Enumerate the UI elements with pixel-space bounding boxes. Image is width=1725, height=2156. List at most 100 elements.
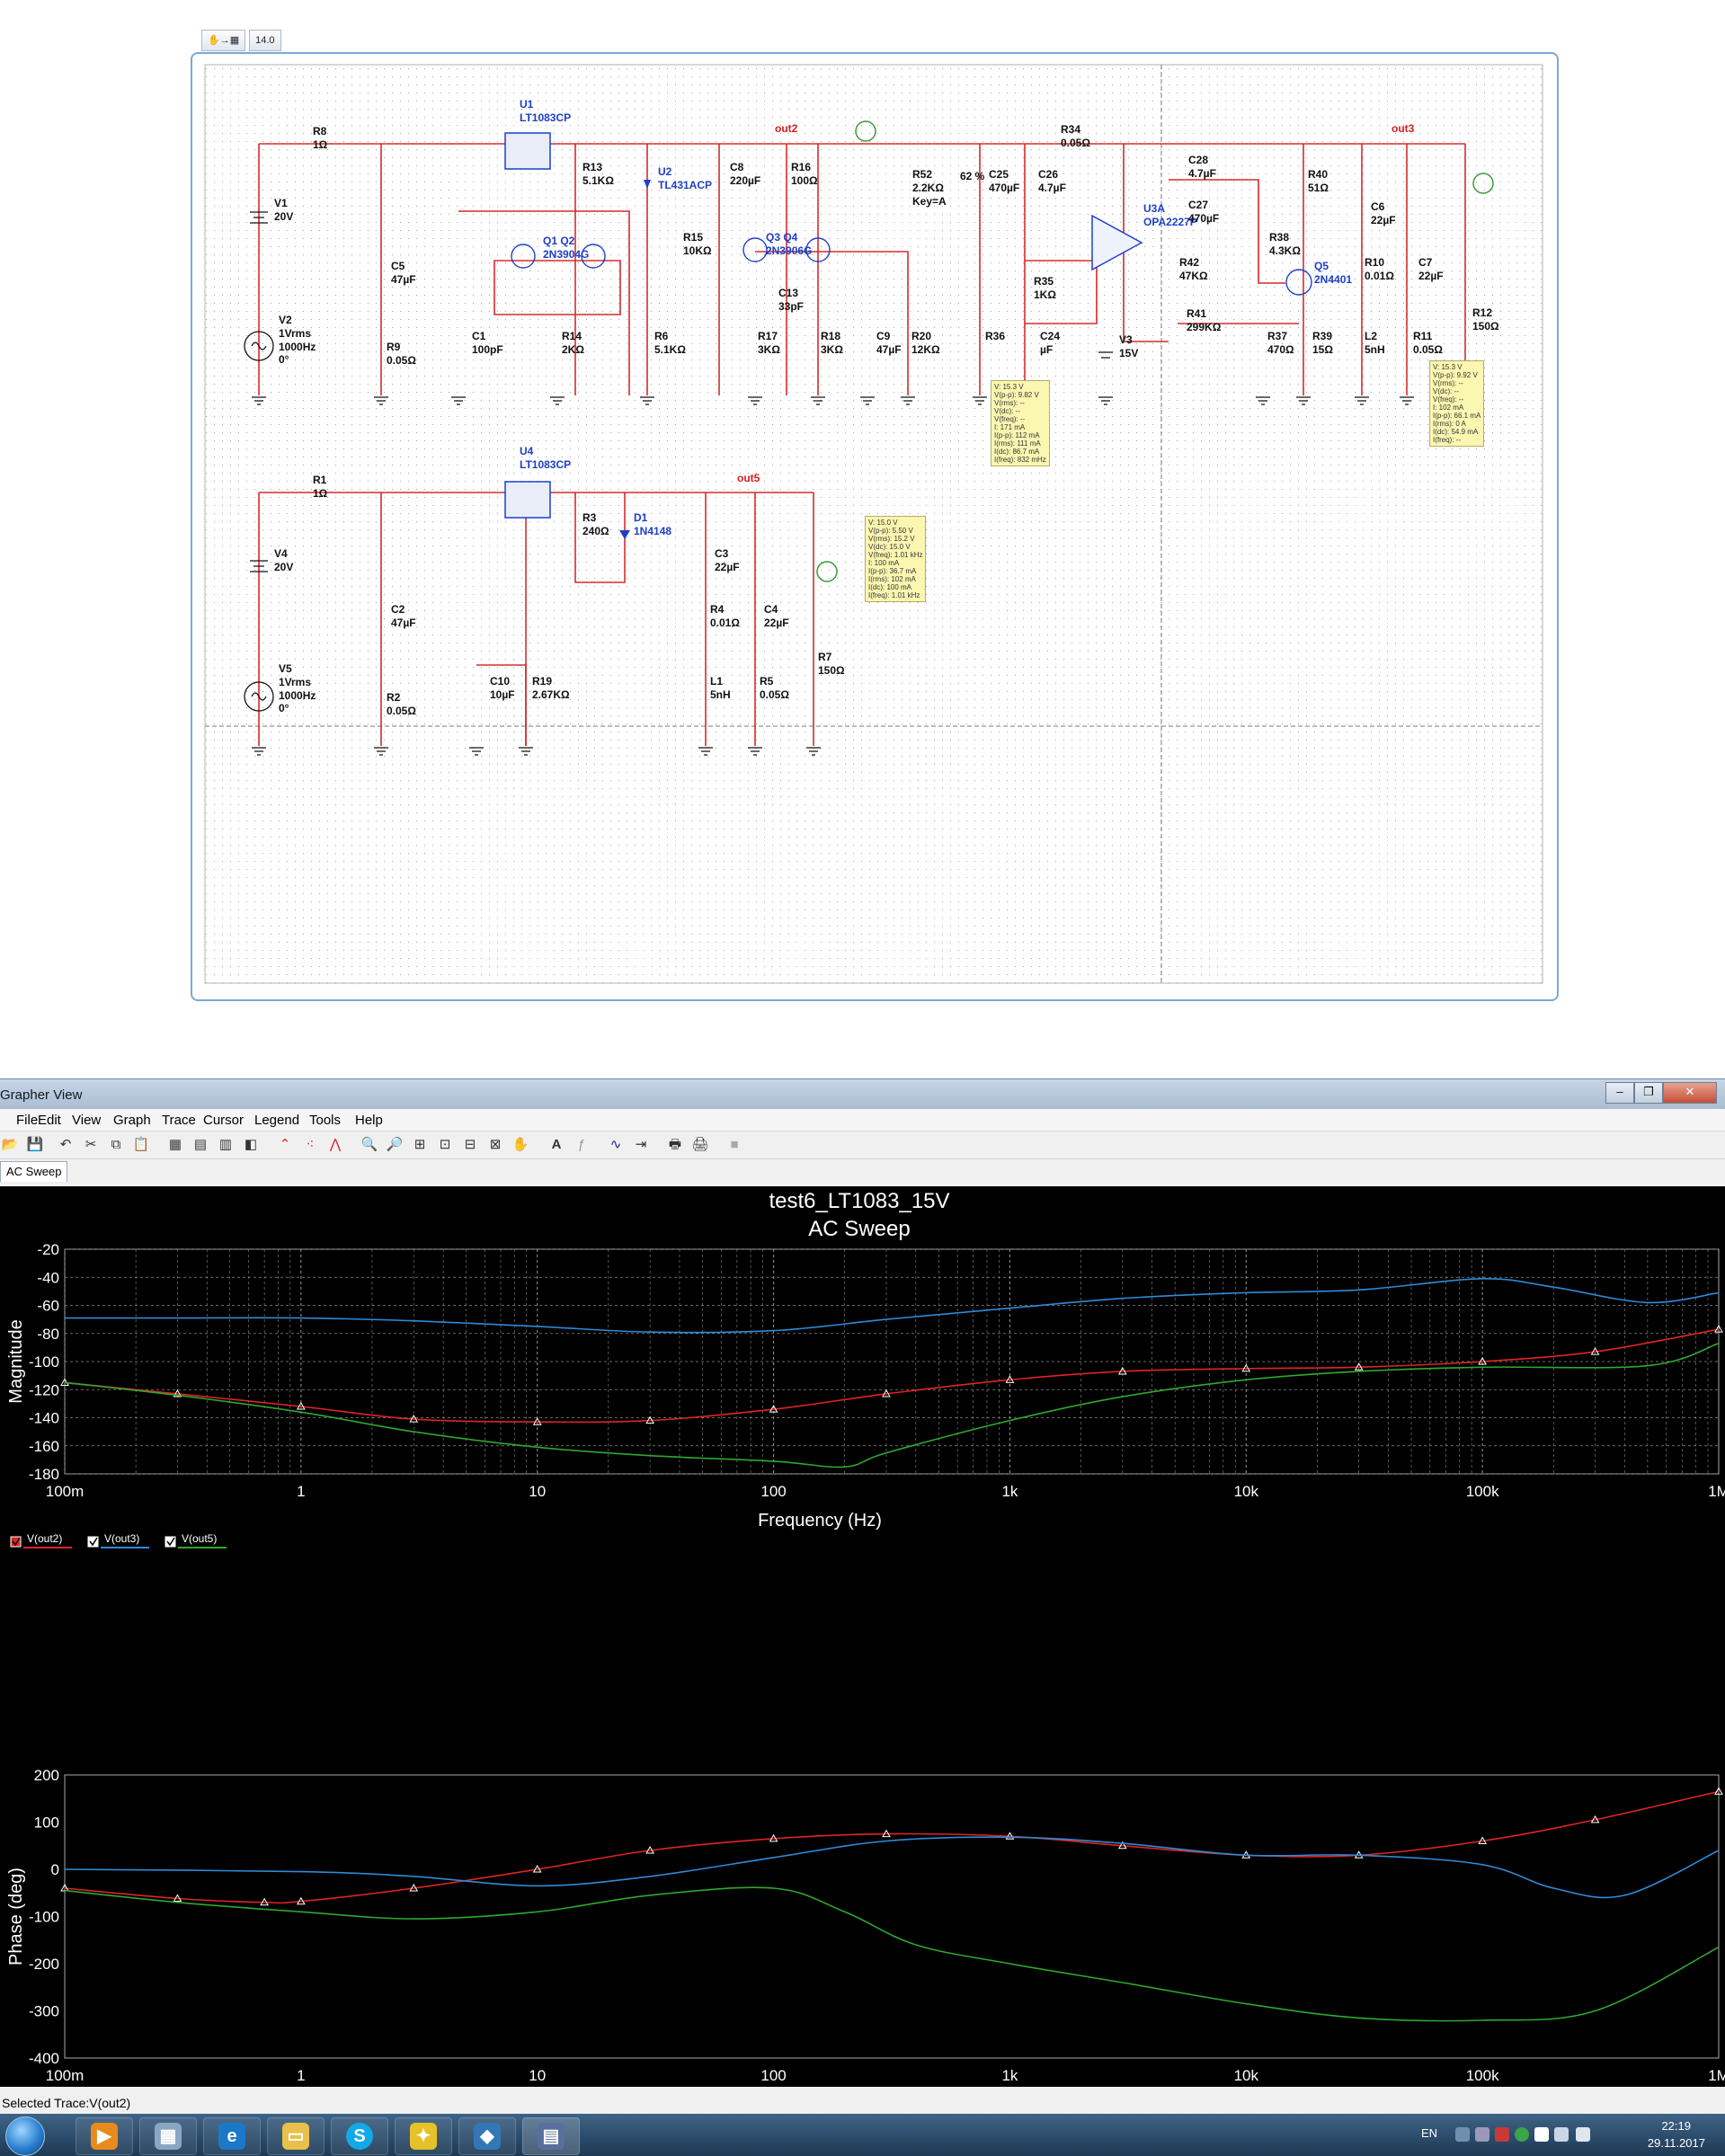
pan-icon[interactable]: ✋	[511, 1135, 530, 1155]
language-indicator[interactable]: EN	[1421, 2126, 1437, 2140]
zoom-y-icon[interactable]: ⊠	[485, 1135, 505, 1155]
function-icon[interactable]: ƒ	[572, 1135, 591, 1155]
menu-legend[interactable]: Legend	[254, 1113, 299, 1128]
zoom-in-icon[interactable]: 🔍	[360, 1135, 379, 1155]
select-marks-icon[interactable]: ⋀	[325, 1135, 345, 1155]
component-value: 2N4401	[1314, 273, 1352, 286]
taskbar-app-calculator[interactable]: ▦	[139, 2117, 197, 2155]
probe-readout-2: V: 15.3 V V(p-p): 9.92 V V(rms): -- V(dc…	[1429, 360, 1485, 447]
component-ref: V3	[1119, 333, 1133, 346]
taskbar-app-internet-explorer[interactable]: e	[203, 2117, 261, 2155]
component-value: 0.05Ω	[387, 354, 416, 367]
copy-icon[interactable]: ⧉	[106, 1135, 126, 1155]
component-ref: C26	[1038, 168, 1058, 181]
taskbar-app-yellow[interactable]: ✦	[395, 2117, 452, 2155]
zoom-x-icon[interactable]: ⊟	[460, 1135, 480, 1155]
flag-icon[interactable]	[1534, 2127, 1549, 2142]
cut-icon[interactable]: ✂	[81, 1135, 101, 1155]
network-status-icon[interactable]	[1554, 2127, 1569, 2142]
plot-area[interactable]: test6_LT1083_15V AC Sweep -20 -40 -60 -80 -100…	[0, 1186, 1725, 2133]
volume-icon[interactable]	[1576, 2127, 1590, 2142]
black-background-icon[interactable]: ◧	[241, 1135, 261, 1155]
export-icon[interactable]: ⇥	[631, 1135, 651, 1155]
print-icon[interactable]: 🖨	[690, 1135, 710, 1155]
grid-icon[interactable]: ▦	[165, 1135, 185, 1155]
x-tick-label: 1	[297, 2067, 305, 2084]
window-title: Grapher View	[0, 1087, 83, 1103]
y-tick-label: -100	[29, 1909, 59, 1926]
minimize-button[interactable]: –	[1605, 1082, 1634, 1104]
series-line-0[interactable]	[64, 1790, 1720, 1904]
component-value: LT1083CP	[520, 458, 571, 471]
component-value: 0.05Ω	[760, 688, 789, 701]
component-ref: U4	[520, 445, 534, 457]
stop-icon[interactable]: ■	[725, 1135, 744, 1155]
component-ref: U3A	[1143, 202, 1165, 215]
component-ref: R6	[654, 330, 669, 342]
bar-chart-icon[interactable]: ▥	[216, 1135, 236, 1155]
menu-cursor[interactable]: Cursor	[203, 1113, 244, 1128]
series-line-0[interactable]	[64, 1328, 1720, 1424]
open-icon[interactable]: 📂	[0, 1135, 20, 1155]
save-icon[interactable]: 💾	[25, 1135, 45, 1155]
network-icon[interactable]	[1455, 2127, 1470, 2142]
component-ref: R7	[818, 651, 832, 663]
paste-icon[interactable]: 📋	[131, 1135, 151, 1155]
x-tick-label: 100m	[46, 2067, 84, 2084]
component-ref: U1	[520, 98, 534, 111]
zoom-full-icon[interactable]: ⊡	[435, 1135, 455, 1155]
series-line-2[interactable]	[64, 1886, 1720, 2022]
component-ref: R19	[532, 675, 552, 688]
series-line-1[interactable]	[64, 1836, 1720, 1899]
print-preview-icon[interactable]: 🖶	[665, 1135, 685, 1155]
chart-phase: 200 100 0 -100 -200 -300 -400100m 1 10 100 1k 10k 10…	[6, 1767, 1725, 2133]
component-ref: R40	[1308, 168, 1328, 181]
taskbar-app-multisim[interactable]: ▤	[522, 2117, 580, 2155]
y-tick-label: -20	[37, 1241, 59, 1258]
clock-time[interactable]: 22:19	[1661, 2119, 1691, 2133]
y-tick-label: -300	[29, 2003, 59, 2020]
component-value: 100Ω	[791, 174, 818, 187]
monitor-icon[interactable]	[1475, 2127, 1489, 2142]
markers-icon[interactable]: ⁖	[300, 1135, 320, 1155]
menu-graph[interactable]: Graph	[113, 1113, 151, 1128]
zoom-area-icon[interactable]: ⊞	[410, 1135, 430, 1155]
component-value: 470µF	[989, 182, 1019, 194]
menu-file[interactable]: File	[16, 1113, 38, 1128]
taskbar-app-blue[interactable]: ◆	[458, 2117, 516, 2155]
close-button[interactable]: ✕	[1663, 1082, 1717, 1104]
zoom-out-icon[interactable]: 🔎	[385, 1135, 405, 1155]
component-value: 2N3904G	[543, 248, 589, 261]
menu-trace[interactable]: Trace	[162, 1113, 196, 1128]
component-value: 100pF	[472, 343, 503, 356]
component-ref: R13	[582, 161, 602, 173]
x-tick-label: 1k	[1001, 2067, 1018, 2084]
security-icon[interactable]	[1515, 2127, 1529, 2142]
menu-tools[interactable]: Tools	[309, 1113, 341, 1128]
menu-view[interactable]: View	[72, 1113, 101, 1128]
x-tick-label: 10	[529, 1483, 546, 1500]
taskbar-app-skype[interactable]: S	[331, 2117, 388, 2155]
component-value: 47µF	[391, 273, 416, 286]
undo-icon[interactable]: ↶	[56, 1135, 76, 1155]
component-ref: C4	[764, 603, 778, 616]
x-tick-label: 10k	[1234, 1483, 1259, 1500]
start-button[interactable]	[5, 2116, 45, 2156]
taskbar-app-media-player[interactable]: ▶	[76, 2117, 133, 2155]
component-value: LT1083CP	[520, 111, 571, 124]
tab-ac-sweep[interactable]: AC Sweep	[0, 1161, 68, 1182]
component-value: 22µF	[764, 617, 789, 629]
maximize-button[interactable]: ❐	[1634, 1082, 1663, 1104]
x-tick-label: 1M	[1708, 1483, 1725, 1500]
menu-edit[interactable]: Edit	[38, 1113, 61, 1128]
legend-icon[interactable]: ▤	[191, 1135, 210, 1155]
clock-date[interactable]: 29.11.2017	[1648, 2136, 1705, 2150]
menu-help[interactable]: Help	[355, 1113, 383, 1128]
text-icon[interactable]: A	[547, 1135, 566, 1155]
x-tick-label: 100k	[1466, 1483, 1499, 1500]
taskbar-app-explorer[interactable]: ▭	[267, 2117, 325, 2155]
cursor-icon[interactable]: ⌃	[275, 1135, 295, 1155]
component-extra: Key=A	[912, 195, 947, 208]
overlay-icon[interactable]: ∿	[606, 1135, 626, 1155]
pdf-icon[interactable]	[1495, 2127, 1509, 2142]
